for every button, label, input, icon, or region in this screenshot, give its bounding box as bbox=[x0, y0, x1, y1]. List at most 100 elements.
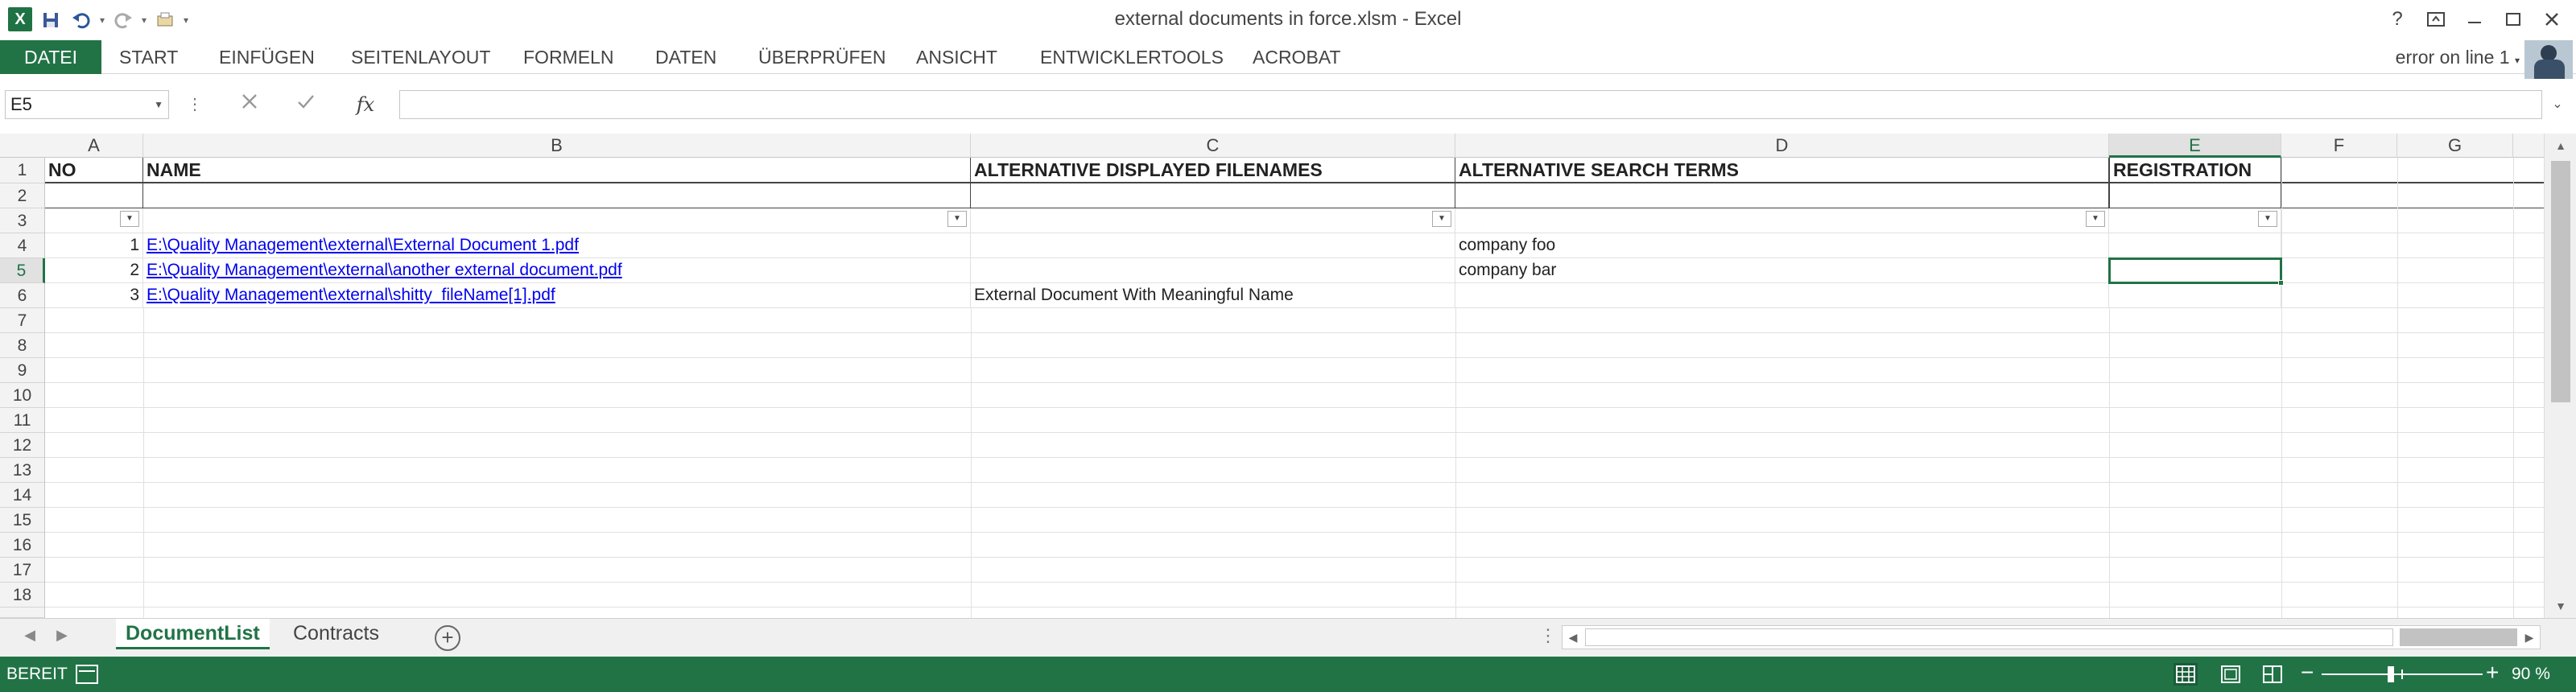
minimize-icon[interactable] bbox=[2455, 3, 2494, 35]
empty-row[interactable] bbox=[45, 433, 2544, 458]
column-header-e[interactable]: E bbox=[2109, 134, 2281, 158]
row-header-10[interactable]: 10 bbox=[0, 383, 45, 408]
name-box-dropdown-icon[interactable]: ▼ bbox=[154, 91, 163, 118]
zoom-in-button[interactable]: + bbox=[2486, 660, 2499, 686]
cell-registration-selected[interactable] bbox=[2109, 258, 2281, 282]
filter-dropdown-icon[interactable]: ▼ bbox=[2258, 211, 2277, 227]
scroll-right-icon[interactable]: ▶ bbox=[2519, 626, 2540, 649]
row-header-7[interactable]: 7 bbox=[0, 308, 45, 333]
tab-seitenlayout[interactable]: SEITENLAYOUT bbox=[340, 40, 502, 74]
row-header-17[interactable]: 17 bbox=[0, 558, 45, 583]
cell-no[interactable]: 3 bbox=[45, 283, 143, 307]
empty-row[interactable] bbox=[45, 308, 2544, 333]
row-header-18[interactable]: 18 bbox=[0, 583, 45, 608]
column-header-c[interactable]: C bbox=[971, 134, 1455, 158]
horizontal-scrollbar[interactable]: ◀ ▶ bbox=[1562, 625, 2541, 649]
filter-dropdown-icon[interactable]: ▼ bbox=[1432, 211, 1451, 227]
confirm-entry-icon[interactable] bbox=[290, 90, 322, 119]
horizontal-scroll-track[interactable] bbox=[2400, 628, 2517, 646]
insert-function-button[interactable]: fx bbox=[348, 90, 383, 119]
row-header-1[interactable]: 1 bbox=[0, 158, 45, 183]
header-no[interactable]: NO bbox=[45, 158, 143, 182]
cell[interactable] bbox=[971, 183, 1455, 208]
column-header-b[interactable]: B bbox=[143, 134, 971, 158]
header-name[interactable]: NAME bbox=[143, 158, 971, 182]
row-header-5[interactable]: 5 bbox=[0, 258, 45, 283]
cell-search-terms[interactable]: company bar bbox=[1455, 258, 2109, 282]
row-header-14[interactable]: 14 bbox=[0, 483, 45, 508]
cell[interactable]: ▼ bbox=[971, 208, 1455, 233]
cell[interactable]: ▼ bbox=[45, 208, 143, 233]
close-icon[interactable] bbox=[2533, 3, 2571, 35]
account-menu[interactable]: error on line 1 ▾ bbox=[2396, 40, 2520, 74]
filter-dropdown-icon[interactable]: ▼ bbox=[120, 211, 139, 227]
ribbon-display-options-icon[interactable] bbox=[2417, 3, 2455, 35]
tab-start[interactable]: START bbox=[108, 40, 189, 74]
row-header-3[interactable]: 3 bbox=[0, 208, 45, 233]
empty-row[interactable] bbox=[45, 483, 2544, 508]
row-header-13[interactable]: 13 bbox=[0, 458, 45, 483]
header-registration[interactable]: REGISTRATION bbox=[2109, 158, 2281, 182]
cell-search-terms[interactable] bbox=[1455, 283, 2109, 307]
cell[interactable]: ▼ bbox=[143, 208, 971, 233]
help-icon[interactable]: ? bbox=[2378, 3, 2417, 35]
row-header-6[interactable]: 6 bbox=[0, 283, 45, 308]
scroll-down-icon[interactable]: ▼ bbox=[2545, 594, 2576, 618]
scroll-left-icon[interactable]: ◀ bbox=[1563, 626, 1583, 649]
sheet-tab-documentlist[interactable]: DocumentList bbox=[116, 619, 270, 649]
name-box[interactable]: E5 ▼ bbox=[5, 90, 169, 119]
empty-row[interactable] bbox=[45, 558, 2544, 583]
cell-name-link[interactable]: E:\Quality Management\external\another e… bbox=[143, 258, 971, 282]
save-icon[interactable] bbox=[35, 6, 66, 34]
filter-dropdown-icon[interactable]: ▼ bbox=[2086, 211, 2105, 227]
formula-input[interactable] bbox=[399, 90, 2542, 119]
cell-name-link[interactable]: E:\Quality Management\external\External … bbox=[143, 233, 971, 257]
row-header-2[interactable]: 2 bbox=[0, 183, 45, 208]
redo-dropdown-icon[interactable]: ▾ bbox=[138, 14, 150, 26]
empty-row[interactable] bbox=[45, 583, 2544, 608]
tab-datei[interactable]: DATEI bbox=[0, 40, 102, 74]
add-sheet-icon[interactable]: + bbox=[435, 625, 460, 651]
redo-icon[interactable] bbox=[108, 6, 138, 34]
tab-entwicklertools[interactable]: ENTWICKLERTOOLS bbox=[1029, 40, 1235, 74]
header-alternative-displayed-filenames[interactable]: ALTERNATIVE DISPLAYED FILENAMES bbox=[971, 158, 1455, 182]
cell-registration[interactable] bbox=[2109, 283, 2281, 307]
empty-row[interactable] bbox=[45, 533, 2544, 558]
vertical-scroll-thumb[interactable] bbox=[2551, 161, 2570, 402]
page-break-preview-icon[interactable] bbox=[2260, 663, 2285, 686]
undo-dropdown-icon[interactable]: ▾ bbox=[97, 14, 108, 26]
column-header-d[interactable]: D bbox=[1455, 134, 2109, 158]
vertical-scrollbar[interactable]: ▲ ▼ bbox=[2544, 134, 2576, 618]
cell[interactable] bbox=[143, 183, 971, 208]
empty-row[interactable] bbox=[45, 383, 2544, 408]
row-header-16[interactable]: 16 bbox=[0, 533, 45, 558]
tab-daten[interactable]: DATEN bbox=[644, 40, 728, 74]
row-header-8[interactable]: 8 bbox=[0, 333, 45, 358]
filter-dropdown-icon[interactable]: ▼ bbox=[947, 211, 967, 227]
tab-formeln[interactable]: FORMELN bbox=[512, 40, 625, 74]
avatar[interactable] bbox=[2524, 40, 2573, 79]
row-header-11[interactable]: 11 bbox=[0, 408, 45, 433]
cancel-entry-icon[interactable] bbox=[233, 90, 266, 119]
quick-print-icon[interactable] bbox=[150, 6, 180, 34]
cell-name-link[interactable]: E:\Quality Management\external\shitty_fi… bbox=[143, 283, 971, 307]
column-header-a[interactable]: A bbox=[45, 134, 143, 158]
empty-row[interactable] bbox=[45, 333, 2544, 358]
customize-toolbar-icon[interactable]: ▾ bbox=[180, 14, 192, 26]
normal-view-icon[interactable] bbox=[2174, 663, 2198, 686]
tab-split-handle-icon[interactable]: ⋮ bbox=[1539, 625, 1557, 646]
sheet-next-icon[interactable]: ▶ bbox=[50, 627, 74, 644]
cell[interactable] bbox=[2109, 183, 2281, 208]
cell-alt-name[interactable] bbox=[971, 233, 1455, 257]
horizontal-scroll-thumb[interactable] bbox=[1585, 628, 2393, 646]
cell[interactable]: ▼ bbox=[1455, 208, 2109, 233]
page-layout-view-icon[interactable] bbox=[2219, 663, 2243, 686]
cell[interactable] bbox=[45, 183, 143, 208]
row-header-9[interactable]: 9 bbox=[0, 358, 45, 383]
row-header-12[interactable]: 12 bbox=[0, 433, 45, 458]
row-header-15[interactable]: 15 bbox=[0, 508, 45, 533]
sheet-tab-contracts[interactable]: Contracts bbox=[283, 619, 389, 649]
header-alternative-search-terms[interactable]: ALTERNATIVE SEARCH TERMS bbox=[1455, 158, 2109, 182]
cell-alt-name[interactable]: External Document With Meaningful Name bbox=[971, 283, 1455, 307]
maximize-icon[interactable] bbox=[2494, 3, 2533, 35]
